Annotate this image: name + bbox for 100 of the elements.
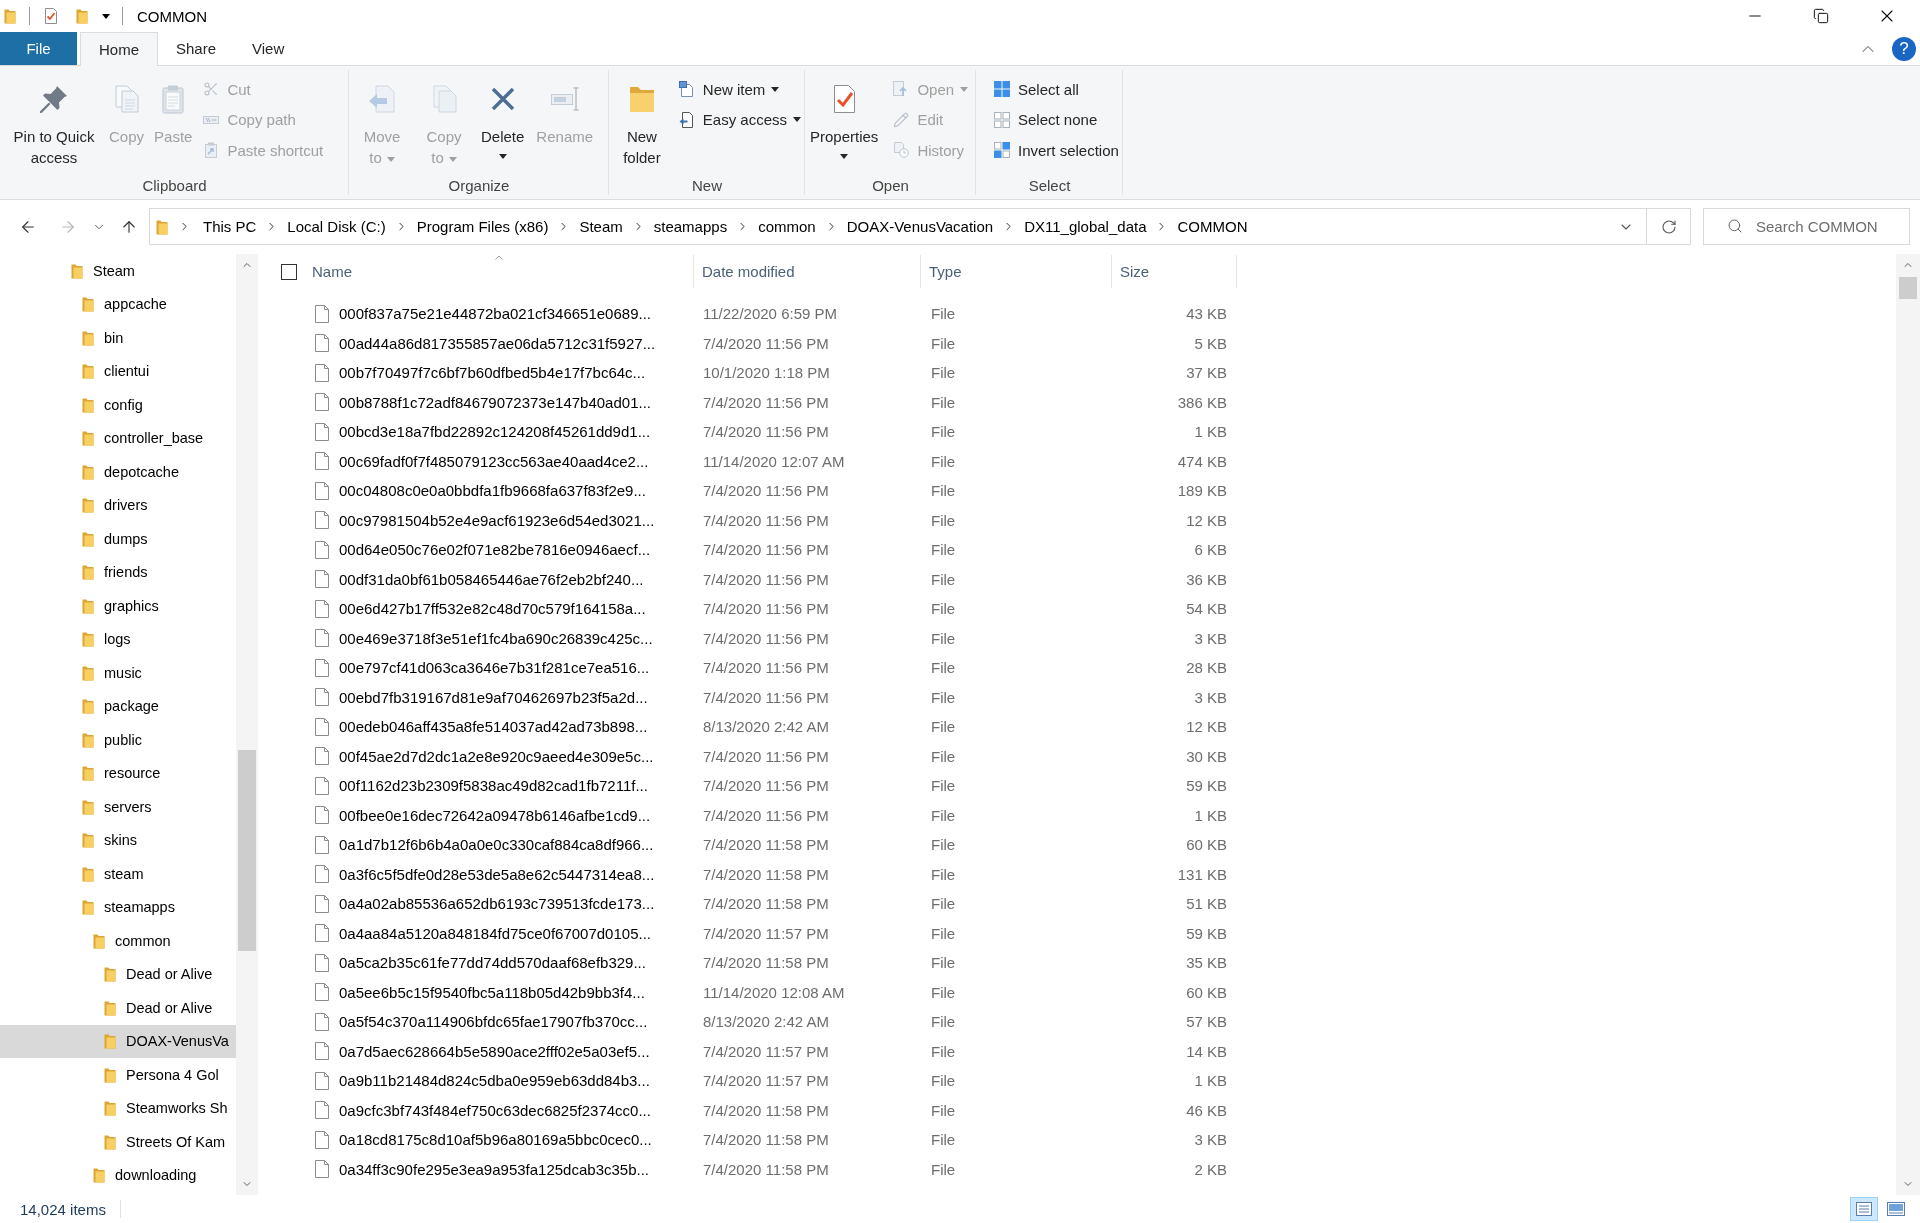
address-bar[interactable]: This PC Local Disk (C:) Program Files (x86) Steam steamapps common DOAX-VenusVacation DX11_global_data COMMON [149, 208, 1647, 245]
ribbon-tab[interactable]: File [0, 32, 77, 65]
list-icon [1856, 1202, 1872, 1216]
file-name[interactable]: 0a4aa84a5120a848184fd75ce0f67007d0105... [339, 924, 651, 942]
tree-item[interactable]: controller_base [0, 421, 236, 455]
tree-item[interactable]: graphics [0, 589, 236, 623]
tree-item[interactable]: Steamworks Sh [0, 1091, 236, 1125]
tree-item[interactable]: package [0, 689, 236, 723]
ribbon-tab[interactable]: View [234, 32, 303, 65]
scrollbar-thumb[interactable] [238, 750, 256, 951]
ribbon-button[interactable]: Select none [990, 104, 1123, 135]
ribbon-button[interactable]: Select all [990, 74, 1123, 104]
file-name[interactable]: 00ad44a86d817355857ae06da5712c31f5927... [339, 334, 656, 352]
scrollbar-thumb[interactable] [1899, 277, 1917, 299]
scrollbar[interactable] [1896, 254, 1920, 1195]
file-name[interactable]: 00c97981504b52e4e9acf61923e6d54ed3021... [339, 511, 655, 529]
file-name[interactable]: 00e797cf41d063ca3646e7b31f281ce7ea516... [339, 659, 650, 677]
help-button[interactable]: ? [1892, 36, 1916, 61]
tree-item[interactable]: Streets Of Kam [0, 1125, 236, 1159]
tree-item[interactable]: downloading [0, 1158, 236, 1192]
file-name[interactable]: 0a3f6c5f5dfe0d28e53de5a8e62c5447314ea8... [339, 865, 655, 883]
file-name[interactable]: 00c69fadf0f7f485079123cc563ae40aad4ce2... [339, 452, 649, 470]
file-name[interactable]: 000f837a75e21e44872ba021cf346651e0689... [339, 305, 651, 323]
tree-item[interactable]: dumps [0, 522, 236, 556]
scrollbar[interactable] [236, 254, 258, 1195]
tree-item[interactable]: public [0, 723, 236, 757]
file-name[interactable]: 00edeb046aff435a8fe514037ad42ad73b898... [339, 718, 648, 736]
column-header[interactable]: Size [1112, 255, 1237, 288]
tree-item[interactable]: music [0, 656, 236, 690]
file-name[interactable]: 00e6d427b17ff532e82c48d70c579f164158a... [339, 600, 646, 618]
file-name[interactable]: 00b7f70497f7c6bf7b60dfbed5b4e17f7bc64c... [339, 364, 646, 382]
select-all-checkbox[interactable] [281, 263, 297, 280]
tree-item[interactable]: Dead or Alive [0, 991, 236, 1025]
breadcrumb-item[interactable]: This PC [201, 218, 259, 235]
tree-item[interactable]: steam [0, 857, 236, 891]
file-name[interactable]: 00b8788f1c72adf84679072373e147b40ad01... [339, 393, 651, 411]
breadcrumb-item[interactable]: Local Disk (C:) [285, 218, 388, 235]
breadcrumb-item[interactable]: COMMON [1175, 218, 1250, 235]
column-header[interactable]: Date modified [694, 255, 921, 288]
breadcrumb-item[interactable]: steamapps [651, 218, 730, 235]
tree-item[interactable]: config [0, 388, 236, 422]
breadcrumb-item[interactable]: Program Files (x86) [414, 218, 551, 235]
file-name[interactable]: 0a5ee6b5c15f9540fbc5a118b05d42b9bb3f4... [339, 983, 645, 1001]
folder-icon[interactable] [76, 8, 88, 24]
breadcrumb-item[interactable]: DOAX-VenusVacation [844, 218, 996, 235]
ribbon-button[interactable]: Invert selection [990, 135, 1123, 165]
file-name[interactable]: 0a5f54c370a114906bfdc65fae17907fb370cc... [339, 1013, 648, 1031]
file-name[interactable]: 00fbee0e16dec72642a09478b6146afbe1cd9... [339, 806, 651, 824]
file-name[interactable]: 0a34ff3c90fe295e3ea9a953fa125dcab3c35b... [339, 1160, 649, 1178]
file-name[interactable]: 0a1d7b12f6b6b4a0a0e0c330caf884ca8df966... [339, 836, 654, 854]
file-name[interactable]: 00df31da0bf61b058465446ae76f2eb2bf240... [339, 570, 644, 588]
ribbon-tab[interactable]: Share [158, 32, 235, 65]
ribbon-button[interactable]: New folder [617, 81, 667, 170]
ribbon-tab[interactable]: Home [80, 32, 158, 66]
file-name[interactable]: 0a18cd8175c8d10af5b96a80169a5bbc0cec0... [339, 1131, 652, 1149]
file-name[interactable]: 00e469e3718f3e51ef1fc4ba690c26839c425c... [339, 629, 653, 647]
breadcrumb-item[interactable]: DX11_global_data [1022, 218, 1149, 235]
tree-item[interactable]: servers [0, 790, 236, 824]
file-name[interactable]: 0a7d5aec628664b5e5890ace2fff02e5a03ef5... [339, 1042, 650, 1060]
folder-icon[interactable] [4, 8, 16, 24]
tree-item[interactable]: logs [0, 622, 236, 656]
ribbon-button[interactable]: Pin to Quick access [6, 81, 102, 170]
tree-item[interactable]: common [0, 924, 236, 958]
restore-icon[interactable] [1813, 8, 1829, 24]
checkmark-document-icon[interactable] [43, 8, 59, 24]
ribbon-button[interactable]: Easy access [674, 104, 805, 135]
file-name[interactable]: 00c04808c0e0a0bbdfa1fb9668fa637f83f2e9... [339, 482, 646, 500]
file-name[interactable]: 00d64e050c76e02f071e82be7816e0946aecf... [339, 541, 651, 559]
tree-item[interactable]: bin [0, 321, 236, 355]
ribbon-button[interactable]: New item [674, 74, 805, 104]
tree-item[interactable]: skins [0, 823, 236, 857]
tree-item[interactable]: depotcache [0, 455, 236, 489]
search-field[interactable]: Search COMMON [1703, 208, 1910, 245]
file-name[interactable]: 00f1162d23b2309f5838ac49d82cad1fb7211f... [339, 777, 648, 795]
file-name[interactable]: 0a5ca2b35c61fe77dd74dd570daaf68efb329... [339, 954, 646, 972]
tree-item[interactable]: clientui [0, 354, 236, 388]
file-name[interactable]: 0a9b11b21484d824c5dba0e959eb63dd84b3... [339, 1072, 650, 1090]
ribbon-button[interactable]: Delete [478, 81, 528, 167]
tree-item[interactable]: appcache [0, 287, 236, 321]
breadcrumb-item[interactable]: common [756, 218, 818, 235]
tree-item[interactable]: steamapps [0, 890, 236, 924]
view-button[interactable] [1850, 1197, 1878, 1221]
tree-item[interactable]: Persona 4 Gol [0, 1058, 236, 1092]
tree-item[interactable]: drivers [0, 488, 236, 522]
folder-icon [82, 396, 94, 413]
tree-item[interactable]: resource [0, 756, 236, 790]
column-header[interactable]: Type [921, 255, 1112, 288]
breadcrumb-item[interactable]: Steam [577, 218, 625, 235]
file-name[interactable]: 00f45ae2d7d2dc1a2e8e920c9aeed4e309e5c... [339, 747, 654, 765]
file-name[interactable]: 0a9cfc3bf743f484ef750c63dec6825f2374cc0... [339, 1101, 651, 1119]
tree-item[interactable]: DOAX-VenusVa [0, 1024, 236, 1058]
file-name[interactable]: 00ebd7fb319167d81e9af70462697b23f5a2d... [339, 688, 648, 706]
file-name[interactable]: 00bcd3e18a7fbd22892c124208f45261dd9d1... [339, 423, 651, 441]
file-name[interactable]: 0a4a02ab85536a652db6193c739513fcde173... [339, 895, 655, 913]
column-header[interactable]: Name [304, 255, 694, 288]
tree-item[interactable]: Dead or Alive [0, 957, 236, 991]
tree-item[interactable]: friends [0, 555, 236, 589]
tree-item[interactable]: Steam [0, 254, 236, 288]
ribbon-button[interactable]: Properties [807, 81, 882, 167]
refresh-button[interactable] [1647, 208, 1691, 245]
